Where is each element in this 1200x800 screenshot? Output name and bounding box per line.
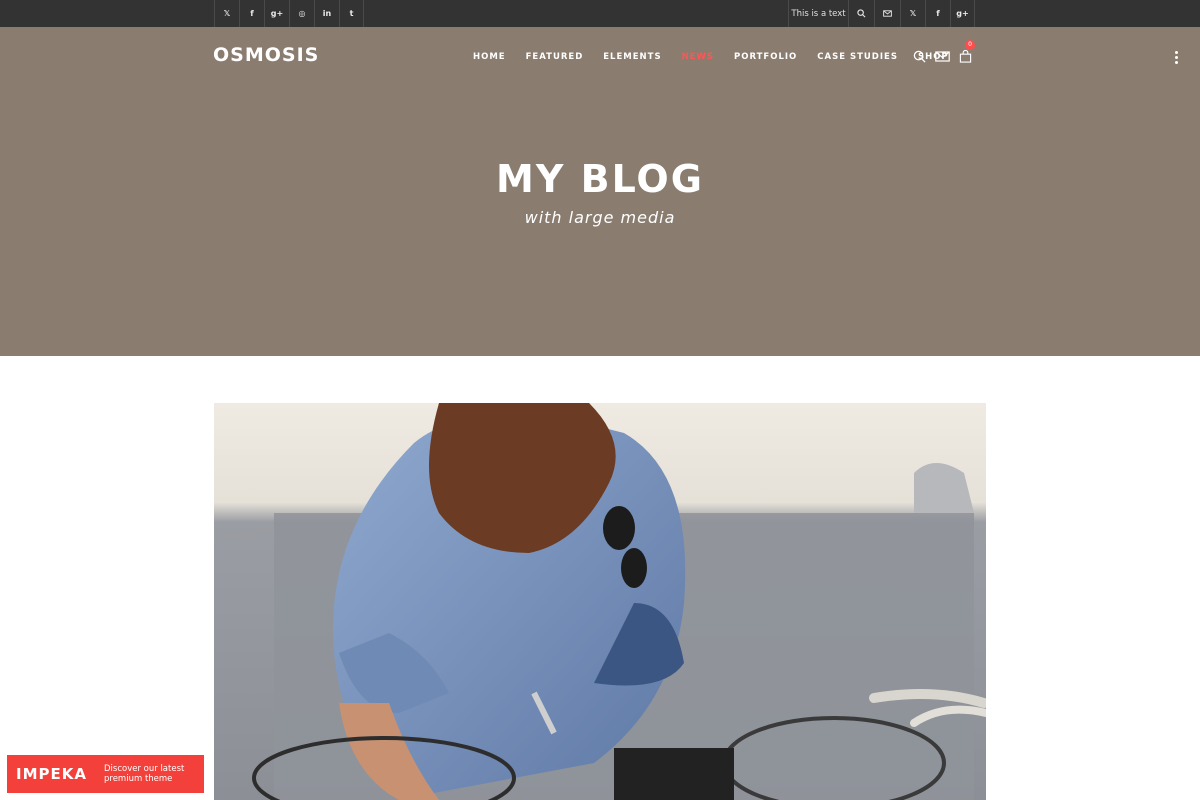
top-right-tools: This is a text 𝕏 f g+ <box>788 0 975 27</box>
nav-elements[interactable]: ELEMENTS <box>603 52 661 62</box>
google-plus-icon[interactable]: g+ <box>264 0 289 27</box>
search-icon[interactable] <box>913 50 926 63</box>
cyclist-photo <box>214 403 986 800</box>
facebook-icon[interactable]: f <box>239 0 264 27</box>
mail-icon[interactable] <box>935 50 950 63</box>
page-title: MY BLOG <box>496 157 704 201</box>
promo-logo: IMPEKA <box>16 765 87 783</box>
promo-line-1: Discover our latest <box>104 764 185 774</box>
top-utility-bar: 𝕏 f g+ ◎ in t This is a text 𝕏 f g+ <box>0 0 1200 27</box>
tumblr-icon[interactable]: t <box>339 0 364 27</box>
nav-featured[interactable]: FEATURED <box>526 52 584 62</box>
cart-count-badge: 0 <box>965 40 975 50</box>
instagram-icon[interactable]: ◎ <box>289 0 314 27</box>
shopping-bag-icon[interactable] <box>959 50 972 63</box>
cart[interactable]: 0 <box>959 40 981 63</box>
google-plus-icon-right[interactable]: g+ <box>950 0 975 27</box>
twitter-icon-right[interactable]: 𝕏 <box>900 0 925 27</box>
mail-icon[interactable] <box>874 0 900 27</box>
nav-case-studies[interactable]: CASE STUDIES <box>817 52 898 62</box>
more-menu-icon[interactable] <box>1175 51 1178 64</box>
nav-home[interactable]: HOME <box>473 52 506 62</box>
site-logo[interactable]: OSMOSIS <box>213 44 319 66</box>
nav-news[interactable]: NEWS <box>682 52 714 62</box>
topbar-text: This is a text <box>788 0 848 27</box>
promo-line-2: premium theme <box>104 774 173 784</box>
post-featured-image[interactable] <box>214 403 986 800</box>
top-social-links: 𝕏 f g+ ◎ in t <box>214 0 364 27</box>
page-subtitle: with large media <box>524 208 676 227</box>
search-icon[interactable] <box>848 0 874 27</box>
header-tools: 0 <box>913 40 981 63</box>
twitter-icon[interactable]: 𝕏 <box>214 0 239 27</box>
facebook-icon-right[interactable]: f <box>925 0 950 27</box>
hero-header: OSMOSIS HOME FEATURED ELEMENTS NEWS PORT… <box>0 27 1200 356</box>
nav-portfolio[interactable]: PORTFOLIO <box>734 52 797 62</box>
promo-banner[interactable]: IMPEKA Discover our latest premium theme <box>7 755 204 793</box>
promo-text: Discover our latest premium theme <box>104 764 184 784</box>
linkedin-icon[interactable]: in <box>314 0 339 27</box>
main-navigation: HOME FEATURED ELEMENTS NEWS PORTFOLIO CA… <box>473 52 969 62</box>
